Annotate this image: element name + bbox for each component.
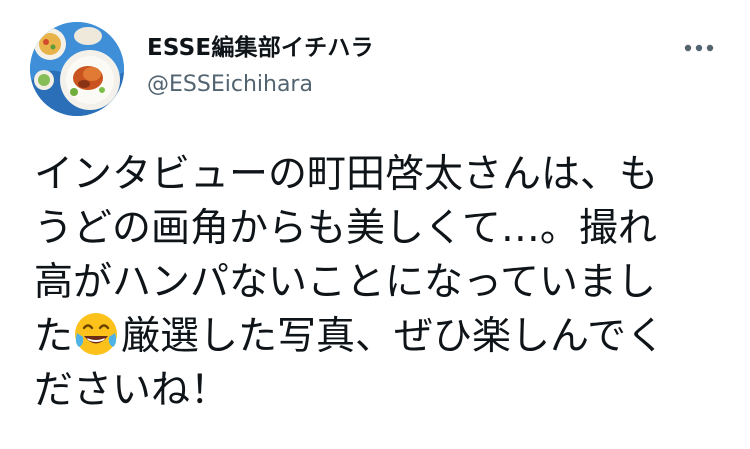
face-with-tears-of-joy-emoji-icon <box>75 313 118 355</box>
tweet-text-segment: インタビューの町田啓太さんは、も <box>34 152 659 197</box>
tweet-card[interactable]: ESSE編集部イチハラ @ESSEichihara インタビューの町田啓太さんは… <box>0 0 750 449</box>
tweet-text-line: ださいね！ <box>34 364 724 418</box>
more-options-button[interactable] <box>676 32 722 64</box>
tweet-text-segment: 高がハンパないことになっていまし <box>34 260 657 305</box>
tweet-text-segment: た <box>34 314 74 359</box>
tweet-text-segment: うどの画角からも美しくて…。撮れ <box>34 206 657 251</box>
tweet-text-line: た 厳選した写真、ぜひ楽しんでく <box>34 310 724 364</box>
tweet-text-segment: 厳選した写真、ぜひ楽しんでく <box>121 314 666 359</box>
more-horizontal-icon <box>684 44 714 52</box>
author-avatar[interactable] <box>30 22 124 116</box>
tweet-text-line: インタビューの町田啓太さんは、も <box>34 148 724 202</box>
tweet-text-line: 高がハンパないことになっていまし <box>34 256 724 310</box>
author-handle[interactable]: @ESSEichihara <box>147 72 374 98</box>
author-display-name[interactable]: ESSE編集部イチハラ <box>147 34 374 62</box>
author-info: ESSE編集部イチハラ @ESSEichihara <box>147 34 374 98</box>
tweet-text: インタビューの町田啓太さんは、も うどの画角からも美しくて…。撮れ 高がハンパな… <box>34 148 724 418</box>
tweet-text-line: うどの画角からも美しくて…。撮れ <box>34 202 724 256</box>
tweet-text-segment: ださいね！ <box>34 368 230 413</box>
food-plate-photo-avatar-icon <box>30 22 124 116</box>
